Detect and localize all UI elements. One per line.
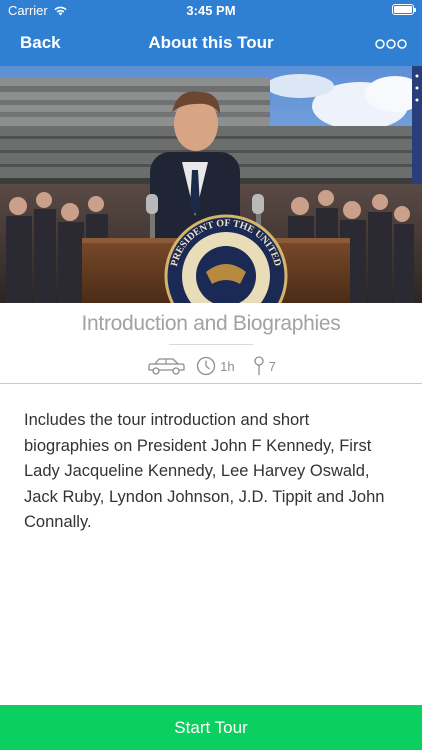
- tour-detail-screen: Carrier 3:45 PM Back About this Tour PRE…: [0, 0, 422, 750]
- car-icon: [148, 358, 185, 375]
- clock-icon: [196, 356, 216, 376]
- section-divider: [0, 383, 422, 384]
- duration-value: 1h: [220, 358, 235, 374]
- title-divider: [169, 344, 253, 345]
- navigation-bar: Back About this Tour: [0, 22, 422, 66]
- tour-meta-row: 1h 7: [0, 354, 422, 378]
- page-title: About this Tour: [148, 33, 274, 52]
- tour-title: Introduction and Biographies: [81, 312, 341, 335]
- transport-mode: [146, 355, 186, 377]
- battery-icon: [392, 4, 416, 15]
- tour-stops: 7: [253, 356, 276, 376]
- start-tour-button[interactable]: Start Tour: [0, 705, 422, 750]
- tour-hero-image: PRESIDENT OF THE UNITED: [0, 66, 422, 303]
- header-bar: Carrier 3:45 PM Back About this Tour: [0, 0, 422, 66]
- tour-description: Includes the tour introduction and short…: [24, 411, 385, 531]
- stops-count: 7: [268, 358, 276, 374]
- ellipsis-icon[interactable]: [374, 34, 408, 54]
- speech-photo: PRESIDENT OF THE UNITED: [0, 66, 422, 303]
- tour-duration: 1h: [196, 356, 235, 376]
- map-pin-icon: [253, 356, 264, 375]
- status-bar: Carrier 3:45 PM: [0, 0, 422, 22]
- clock: 3:45 PM: [186, 3, 236, 18]
